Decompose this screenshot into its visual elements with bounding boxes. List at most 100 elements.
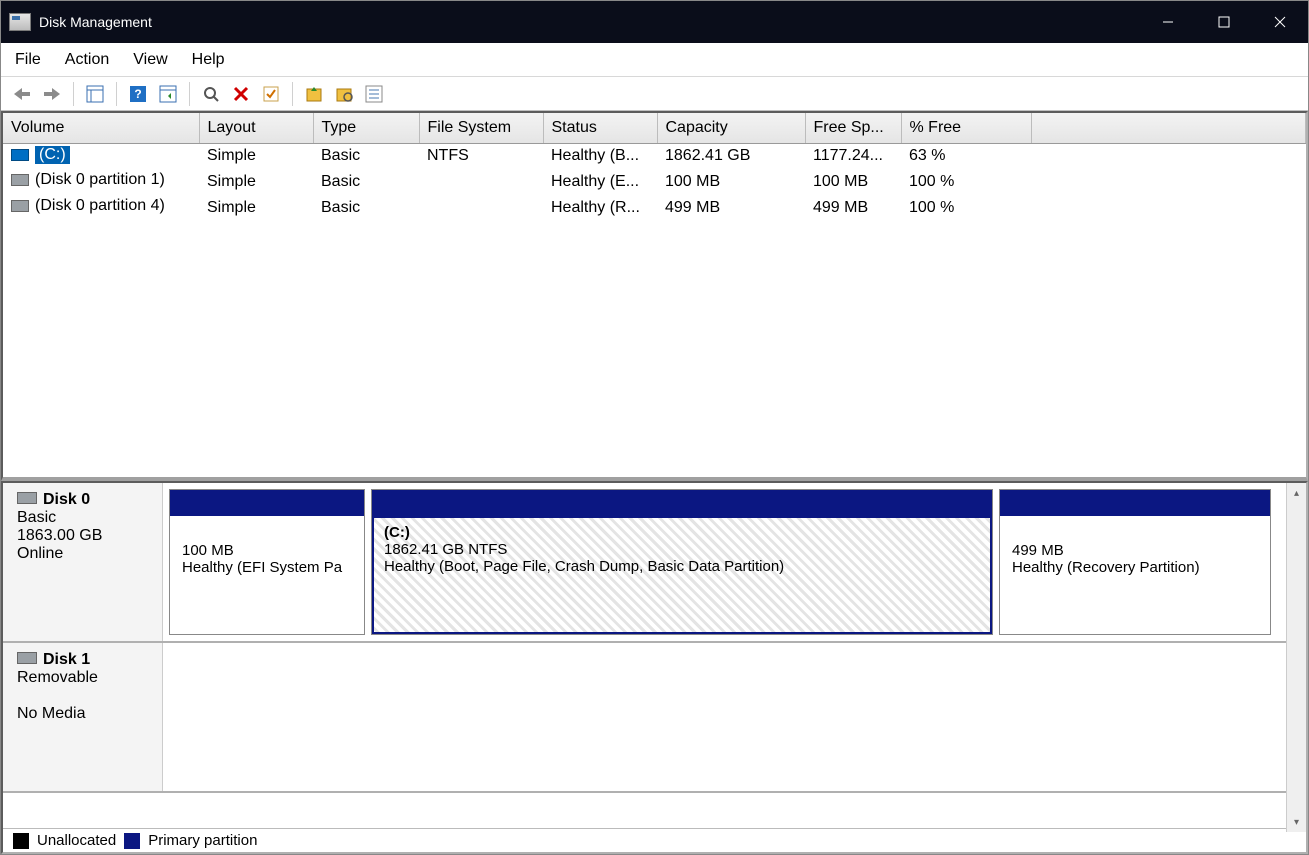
volume-name: (Disk 0 partition 4) — [35, 197, 165, 215]
back-button[interactable] — [9, 81, 35, 107]
svg-text:?: ? — [134, 87, 141, 101]
cell-type: Basic — [313, 169, 419, 195]
menu-help[interactable]: Help — [192, 51, 225, 69]
col-type[interactable]: Type — [313, 113, 419, 143]
window-title: Disk Management — [39, 14, 152, 30]
partition[interactable]: (C:)1862.41 GB NTFSHealthy (Boot, Page F… — [371, 489, 993, 635]
cell-type: Basic — [313, 195, 419, 221]
disk0-label[interactable]: Disk 0 Basic 1863.00 GB Online — [3, 483, 163, 641]
cell-type: Basic — [313, 143, 419, 169]
settings-top-button[interactable] — [301, 81, 327, 107]
cell-free: 499 MB — [805, 195, 901, 221]
disk0-state: Online — [17, 545, 148, 563]
volume-list-pane[interactable]: Volume Layout Type File System Status Ca… — [1, 111, 1308, 481]
partition-size: 499 MB — [1012, 542, 1258, 559]
help-button[interactable]: ? — [125, 81, 151, 107]
disk1-type: Removable — [17, 669, 148, 687]
scroll-up-icon[interactable]: ▴ — [1287, 483, 1306, 503]
close-button[interactable] — [1252, 1, 1308, 43]
cell-fs — [419, 195, 543, 221]
legend-primary-swatch — [124, 833, 140, 849]
cell-status: Healthy (R... — [543, 195, 657, 221]
partition[interactable]: 499 MBHealthy (Recovery Partition) — [999, 489, 1271, 635]
partition-header — [170, 490, 364, 516]
volume-row[interactable]: (Disk 0 partition 1) SimpleBasic Healthy (… — [3, 169, 1306, 195]
app-icon — [9, 13, 31, 31]
volume-header-row: Volume Layout Type File System Status Ca… — [3, 113, 1306, 143]
volume-name: (C:) — [35, 146, 70, 164]
cell-layout: Simple — [199, 143, 313, 169]
disk1-empty — [163, 643, 1306, 791]
col-status[interactable]: Status — [543, 113, 657, 143]
legend: Unallocated Primary partition — [3, 828, 1306, 852]
delete-button[interactable] — [228, 81, 254, 107]
partition-header — [372, 490, 992, 516]
partition-status: Healthy (EFI System Pa — [182, 559, 352, 576]
disk1-name: Disk 1 — [43, 651, 90, 668]
disk-graphical-pane: Disk 0 Basic 1863.00 GB Online 100 MBHea… — [1, 481, 1308, 854]
partition-status: Healthy (Recovery Partition) — [1012, 559, 1258, 576]
show-hide-tree-button[interactable] — [82, 81, 108, 107]
forward-button[interactable] — [39, 81, 65, 107]
col-spacer — [1031, 113, 1306, 143]
partition-size: 1862.41 GB NTFS — [384, 541, 980, 558]
minimize-button[interactable] — [1140, 1, 1196, 43]
settings-bottom-button[interactable] — [331, 81, 357, 107]
cell-fs — [419, 169, 543, 195]
col-layout[interactable]: Layout — [199, 113, 313, 143]
volume-name: (Disk 0 partition 1) — [35, 171, 165, 189]
disk0-size: 1863.00 GB — [17, 527, 148, 545]
cell-pct: 63 % — [901, 143, 1031, 169]
cell-layout: Simple — [199, 169, 313, 195]
disk0-name: Disk 0 — [43, 491, 90, 508]
disk1-row: Disk 1 Removable No Media — [3, 643, 1306, 793]
menu-view[interactable]: View — [133, 51, 167, 69]
partition-header — [1000, 490, 1270, 516]
col-filesystem[interactable]: File System — [419, 113, 543, 143]
properties-button[interactable] — [258, 81, 284, 107]
maximize-button[interactable] — [1196, 1, 1252, 43]
legend-primary-label: Primary partition — [148, 832, 257, 849]
cell-capacity: 100 MB — [657, 169, 805, 195]
menu-action[interactable]: Action — [65, 51, 109, 69]
col-freespace[interactable]: Free Sp... — [805, 113, 901, 143]
volume-icon — [11, 174, 29, 186]
refresh-button[interactable] — [155, 81, 181, 107]
disk1-label[interactable]: Disk 1 Removable No Media — [3, 643, 163, 791]
cell-free: 100 MB — [805, 169, 901, 195]
cell-capacity: 499 MB — [657, 195, 805, 221]
cell-pct: 100 % — [901, 195, 1031, 221]
cell-fs: NTFS — [419, 143, 543, 169]
menu-file[interactable]: File — [15, 51, 41, 69]
rescan-button[interactable] — [198, 81, 224, 107]
volume-icon — [11, 200, 29, 212]
scroll-down-icon[interactable]: ▾ — [1287, 812, 1306, 832]
cell-free: 1177.24... — [805, 143, 901, 169]
legend-unallocated-swatch — [13, 833, 29, 849]
cell-status: Healthy (E... — [543, 169, 657, 195]
disk-icon — [17, 492, 37, 504]
col-volume[interactable]: Volume — [3, 113, 199, 143]
partition-name: (C:) — [384, 524, 980, 541]
disk0-row: Disk 0 Basic 1863.00 GB Online 100 MBHea… — [3, 483, 1306, 643]
cell-status: Healthy (B... — [543, 143, 657, 169]
titlebar: Disk Management — [1, 1, 1308, 43]
options-button[interactable] — [361, 81, 387, 107]
vertical-scrollbar[interactable]: ▴ ▾ — [1286, 483, 1306, 832]
toolbar: ? — [1, 77, 1308, 111]
volume-row[interactable]: (Disk 0 partition 4) SimpleBasic Healthy (… — [3, 195, 1306, 221]
legend-unallocated-label: Unallocated — [37, 832, 116, 849]
col-percentfree[interactable]: % Free — [901, 113, 1031, 143]
partition-status: Healthy (Boot, Page File, Crash Dump, Ba… — [384, 558, 980, 575]
volume-icon — [11, 149, 29, 161]
cell-pct: 100 % — [901, 169, 1031, 195]
disk1-state: No Media — [17, 705, 148, 723]
cell-layout: Simple — [199, 195, 313, 221]
partition-size: 100 MB — [182, 542, 352, 559]
menubar: File Action View Help — [1, 43, 1308, 77]
partition[interactable]: 100 MBHealthy (EFI System Pa — [169, 489, 365, 635]
cell-capacity: 1862.41 GB — [657, 143, 805, 169]
volume-row[interactable]: (C:) SimpleBasicNTFSHealthy (B...1862.41 … — [3, 143, 1306, 169]
col-capacity[interactable]: Capacity — [657, 113, 805, 143]
disk-icon — [17, 652, 37, 664]
